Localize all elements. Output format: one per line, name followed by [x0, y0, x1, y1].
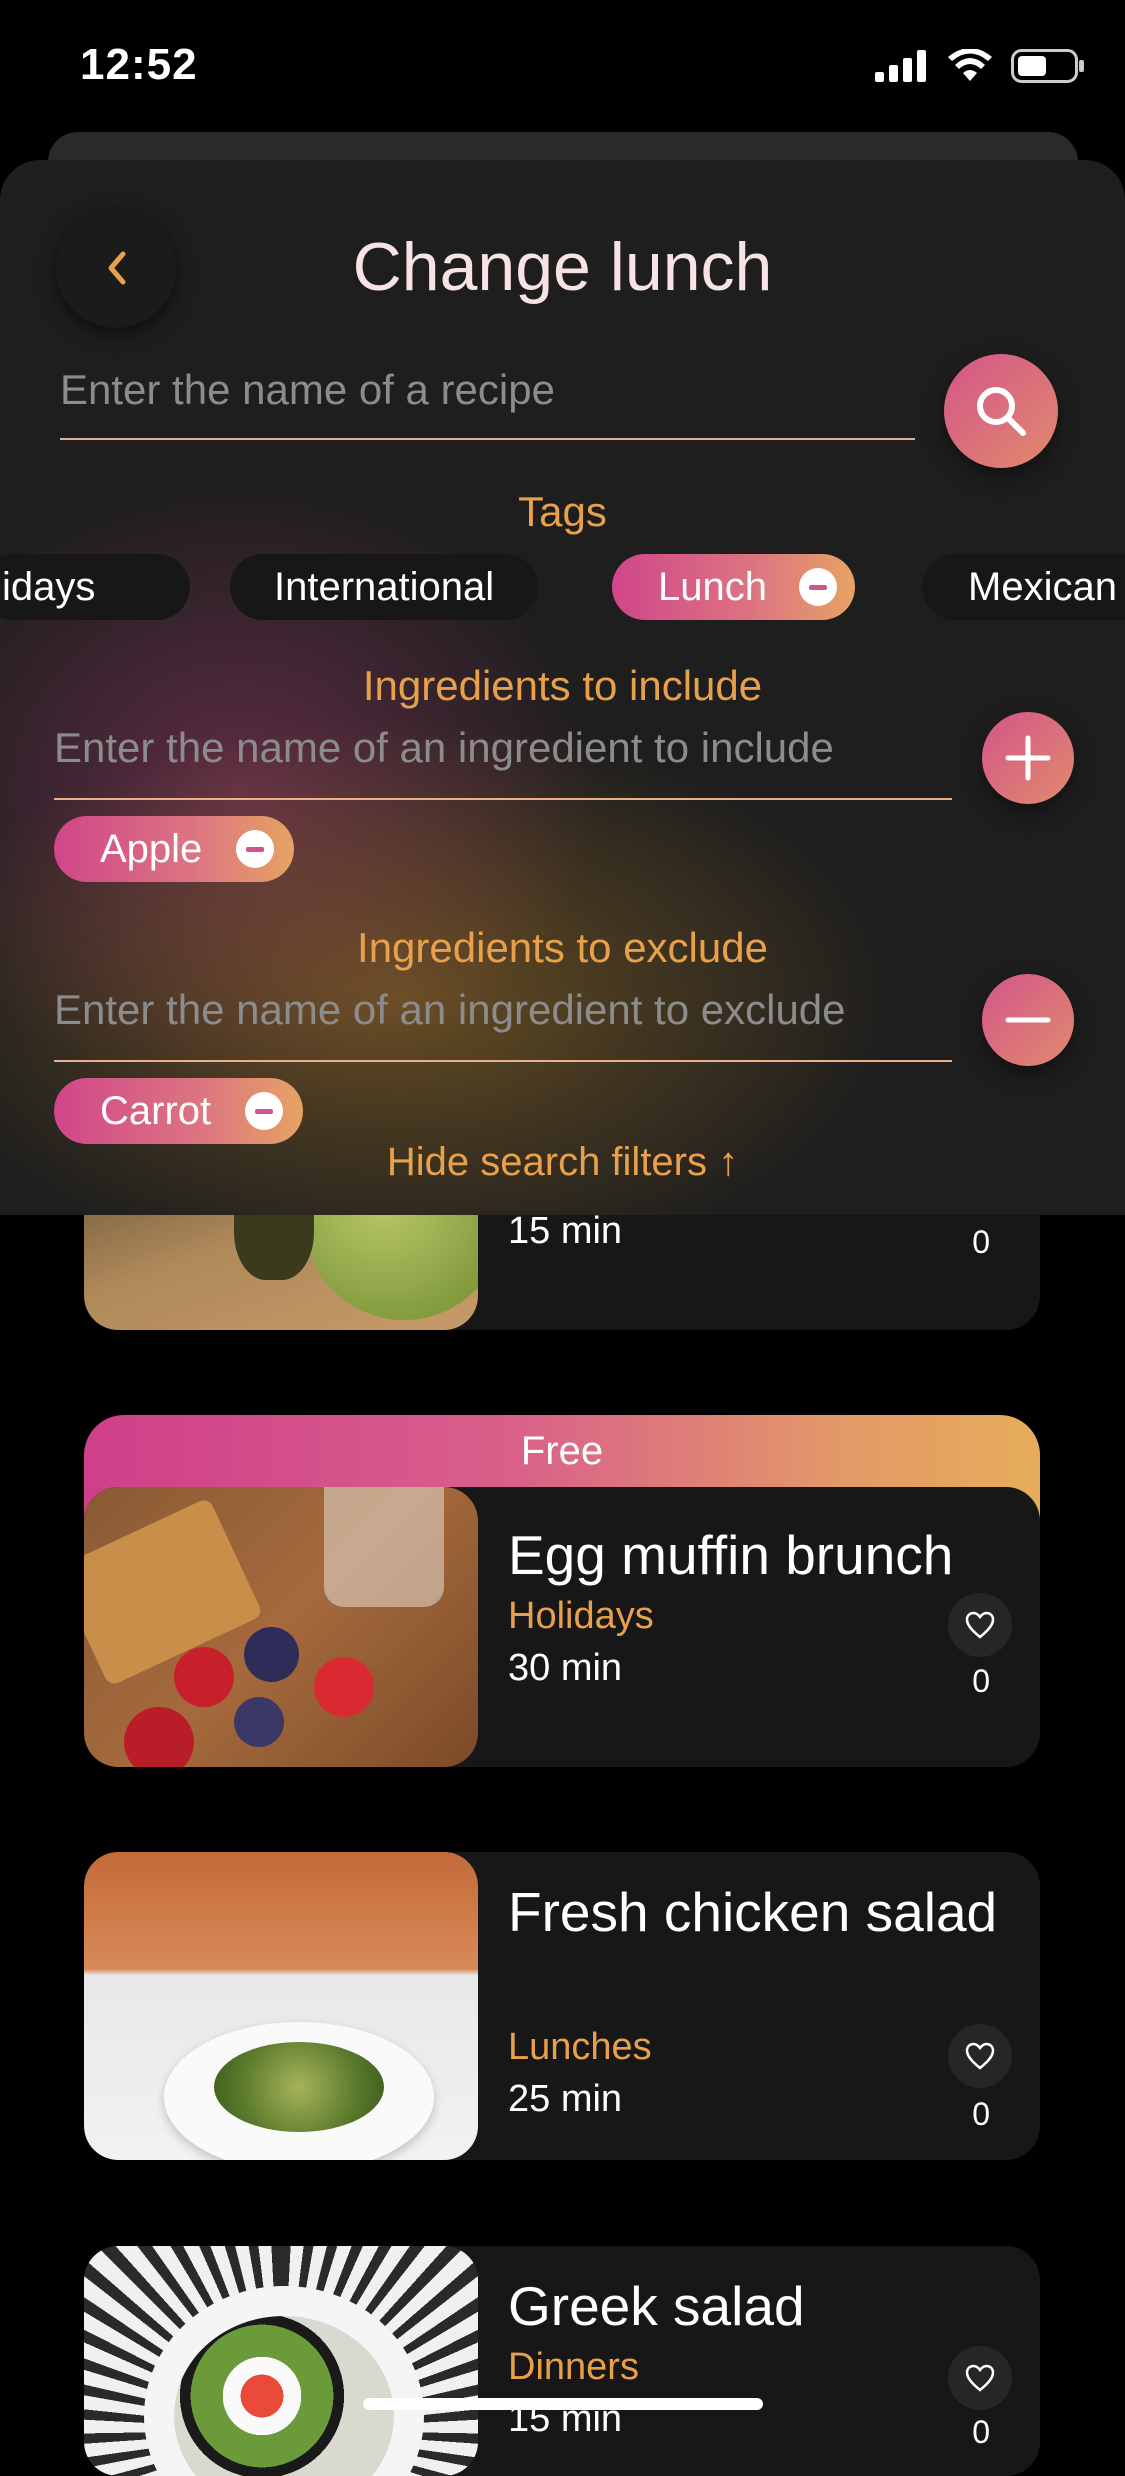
minus-icon	[1005, 1017, 1051, 1023]
recipe-time: 25 min	[508, 2078, 623, 2120]
recipe-card[interactable]: Greek salad Dinners 15 min 0	[84, 2246, 1040, 2476]
like-count: 0	[972, 1663, 990, 1699]
tag-international[interactable]: International	[230, 554, 539, 620]
page-title: Change lunch	[352, 229, 773, 305]
remove-tag-icon[interactable]	[798, 568, 837, 606]
recipe-photo	[84, 1487, 478, 1767]
recipe-time: 15 min	[508, 1210, 623, 1252]
add-include-button[interactable]	[982, 712, 1074, 804]
remove-chip-icon[interactable]	[236, 830, 275, 868]
recipe-card[interactable]: Fresh chicken salad Lunches 25 min 0	[84, 1852, 1040, 2160]
exclude-ingredient-input[interactable]	[54, 986, 952, 1034]
recipe-category: Holidays	[508, 1595, 654, 1637]
tag-holidays[interactable]: Holidays	[0, 554, 190, 620]
like-count: 0	[972, 1224, 990, 1260]
recipe-card[interactable]: Egg muffin brunch Holidays 30 min 0	[84, 1487, 1040, 1767]
recipe-photo	[84, 2246, 478, 2476]
recipe-category: Dinners	[508, 2346, 639, 2388]
include-ingredient-input[interactable]	[54, 724, 952, 772]
recipe-photo	[84, 1852, 478, 2160]
tag-mexican[interactable]: Mexican	[922, 554, 1125, 620]
tags-label: Tags	[518, 488, 607, 535]
chip-label: Carrot	[100, 1088, 212, 1133]
free-label: Free	[520, 1429, 604, 1473]
home-indicator	[363, 2398, 763, 2410]
include-label: Ingredients to include	[362, 662, 763, 709]
remove-chip-icon[interactable]	[245, 1092, 284, 1130]
recipe-category: Lunches	[508, 2026, 652, 2068]
exclude-chip-carrot[interactable]: Carrot	[54, 1078, 304, 1144]
include-field	[54, 724, 952, 800]
add-exclude-button[interactable]	[982, 974, 1074, 1066]
tag-label: Holidays	[0, 564, 96, 609]
like-button[interactable]	[948, 1593, 1012, 1657]
chip-label: Apple	[100, 826, 203, 871]
like-count: 0	[972, 2414, 990, 2450]
exclude-field	[54, 986, 952, 1062]
recipe-search-field	[60, 366, 915, 440]
recipe-name: Fresh chicken salad	[508, 1881, 998, 1943]
battery-icon	[1011, 49, 1084, 83]
recipe-time: 30 min	[508, 1647, 623, 1689]
heart-icon	[965, 1611, 995, 1639]
tag-lunch[interactable]: Lunch	[612, 554, 855, 620]
recipe-name: Egg muffin brunch	[508, 1524, 954, 1586]
recipe-name: Greek salad	[508, 2275, 805, 2337]
tag-label: International	[274, 564, 495, 609]
signal-icon	[875, 50, 926, 82]
heart-icon	[965, 2042, 995, 2070]
search-button[interactable]	[944, 354, 1058, 468]
heart-icon	[965, 2364, 995, 2392]
like-count: 0	[972, 2096, 990, 2132]
status-time: 12:52	[80, 40, 198, 89]
tag-label: Mexican	[968, 564, 1117, 609]
hide-filters-link[interactable]: Hide search filters ↑	[0, 1140, 1125, 1185]
recipe-search-input[interactable]	[60, 366, 915, 414]
status-icons	[875, 46, 1085, 86]
include-chip-apple[interactable]: Apple	[54, 816, 295, 882]
filter-panel: Change lunch Tags Holidays International…	[0, 160, 1125, 1215]
like-button[interactable]	[948, 2024, 1012, 2088]
wifi-icon	[948, 49, 992, 81]
search-icon	[977, 387, 1026, 436]
tag-label: Lunch	[658, 564, 767, 609]
like-button[interactable]	[948, 2346, 1012, 2410]
plus-icon	[1005, 735, 1051, 781]
exclude-label: Ingredients to exclude	[357, 924, 768, 971]
